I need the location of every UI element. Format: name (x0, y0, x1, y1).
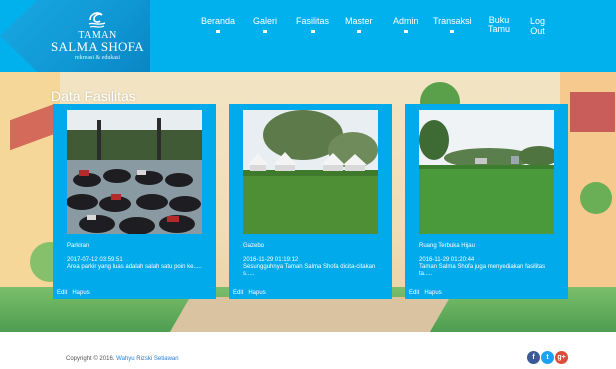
facility-name: Ruang Terbuka Hijau (419, 243, 475, 249)
page-title: Data Fasilitas (51, 88, 136, 104)
card-actions: Edit Hapus (409, 290, 447, 296)
facility-photo (419, 110, 554, 234)
site-header: TAMAN SALMA SHOFA rekreasi & edukasi Ber… (0, 0, 616, 72)
scene-tree (580, 182, 612, 214)
twitter-icon[interactable]: t (541, 351, 554, 364)
facebook-glyph: f (532, 354, 535, 361)
scene-path (169, 297, 451, 332)
nav-label: Master (345, 16, 373, 26)
nav-label: Transaksi (433, 16, 472, 26)
google-plus-glyph: g+ (557, 354, 566, 361)
nav-label: Beranda (201, 16, 236, 26)
edit-link[interactable]: Edit (233, 290, 243, 296)
logo-tagline: rekreasi & edukasi (75, 55, 120, 61)
nav-buku-tamu[interactable]: Buku Tamu (488, 16, 510, 34)
nav-label: Galeri (253, 16, 278, 26)
facility-name: Parkiran (67, 243, 90, 249)
facility-description: Area parkir yang luas adalah salah satu … (67, 264, 202, 270)
delete-link[interactable]: Hapus (424, 290, 441, 296)
nav-label: Admin (393, 16, 419, 26)
edit-link[interactable]: Edit (57, 290, 67, 296)
facility-date: 2016-11-29 01:19:12 (243, 257, 299, 263)
nav-label: Fasilitas (296, 16, 330, 26)
facility-card: Ruang Terbuka Hijau 2016-11-29 01:20:44 … (405, 104, 568, 299)
facility-name: Gazebo (243, 243, 265, 249)
nav-transaksi[interactable]: Transaksi (433, 16, 472, 33)
card-actions: Edit Hapus (57, 290, 95, 296)
nav-indicator (450, 30, 455, 33)
nav-indicator (356, 30, 361, 33)
footer-copyright: Copyright © 2016. Wahyu Rizski Setiawan (66, 356, 179, 362)
author-link[interactable]: Wahyu Rizski Setiawan (116, 356, 178, 362)
facility-date: 2016-11-29 01:20:44 (419, 257, 475, 263)
delete-link[interactable]: Hapus (248, 290, 265, 296)
nav-log-out[interactable]: Log Out (530, 16, 545, 36)
nav-master[interactable]: Master (345, 16, 373, 33)
facility-photo (67, 110, 202, 234)
facility-photo (243, 110, 378, 234)
nav-galeri[interactable]: Galeri (253, 16, 277, 33)
logo-emblem-icon (88, 12, 106, 28)
nav-indicator (310, 30, 315, 33)
nav-indicator (216, 30, 221, 33)
facility-description: Sesungguhnya Taman Salma Shofa dicita-ci… (243, 264, 376, 277)
nav-indicator (263, 30, 267, 33)
facility-description: Taman Salma Shofa juga menyediakan fasil… (419, 264, 546, 277)
edit-link[interactable]: Edit (409, 290, 419, 296)
nav-admin[interactable]: Admin (393, 16, 419, 33)
nav-beranda[interactable]: Beranda (201, 16, 235, 33)
card-actions: Edit Hapus (233, 290, 271, 296)
facility-card: Gazebo 2016-11-29 01:19:12 Sesungguhnya … (229, 104, 392, 299)
delete-link[interactable]: Hapus (72, 290, 89, 296)
facility-card: Parkiran 2017-07-12 03:59:51 Area parkir… (53, 104, 216, 299)
nav-indicator (403, 30, 408, 33)
twitter-glyph: t (546, 354, 549, 361)
google-plus-icon[interactable]: g+ (555, 351, 568, 364)
facebook-icon[interactable]: f (527, 351, 540, 364)
nav-fasilitas[interactable]: Fasilitas (296, 16, 329, 33)
nav-label: Log Out (530, 16, 546, 36)
copyright-text: Copyright © 2016. (66, 356, 115, 362)
scene-roof (570, 92, 615, 132)
logo-text-line2: SALMA SHOFA (51, 39, 144, 54)
facility-date: 2017-07-12 03:59:51 (67, 257, 123, 263)
nav-label: Buku Tamu (488, 15, 511, 34)
